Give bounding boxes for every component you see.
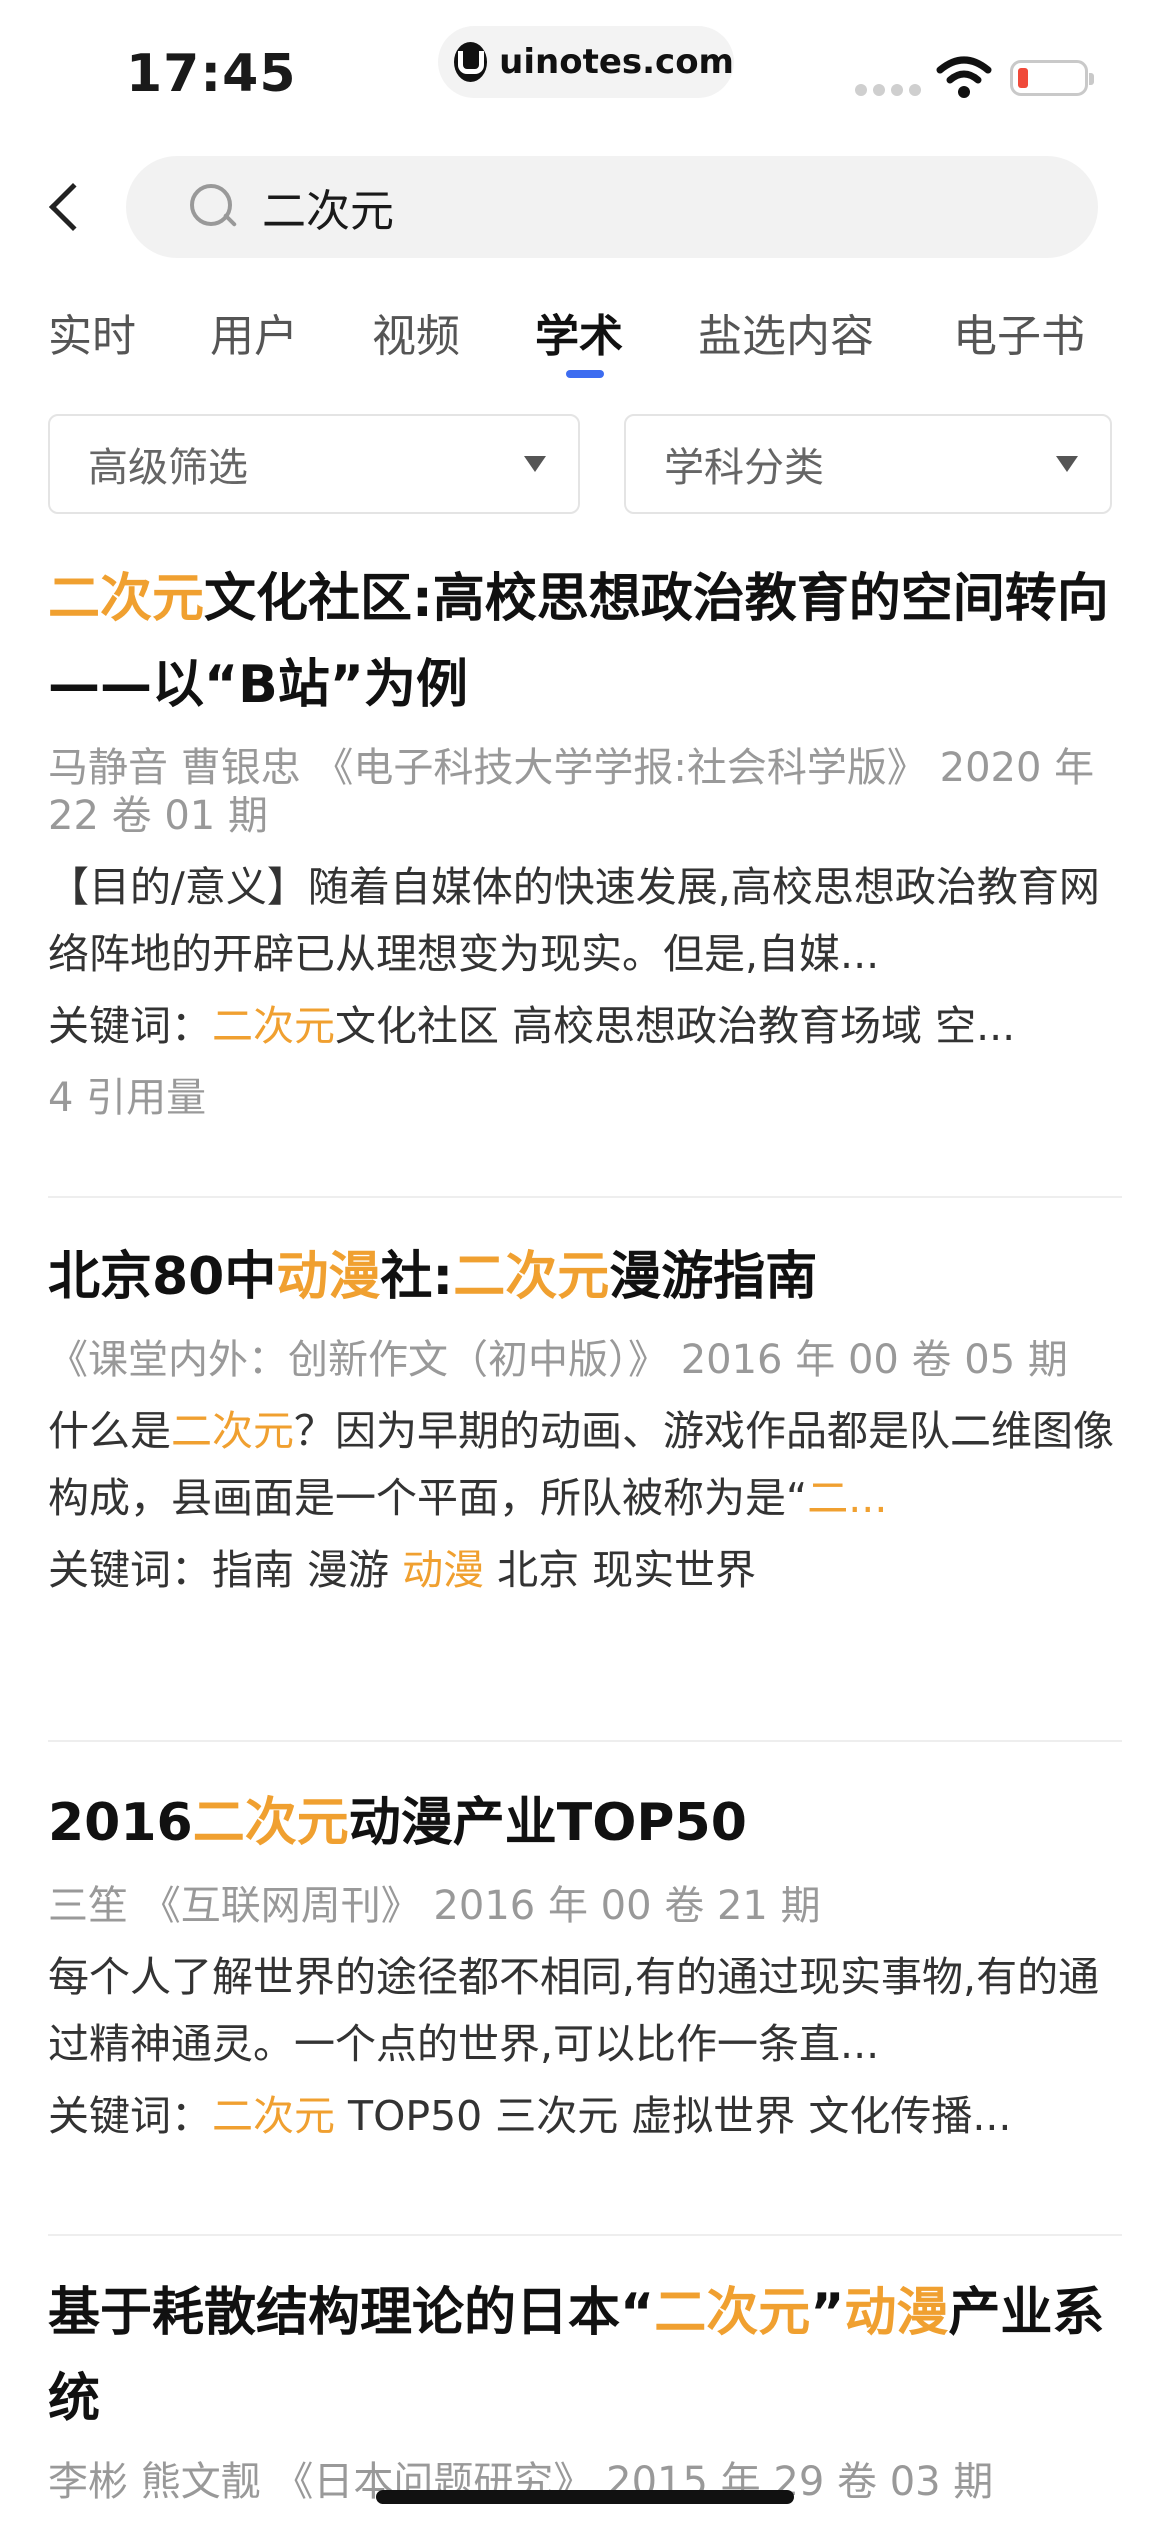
divider <box>48 1740 1122 1742</box>
search-input[interactable] <box>262 181 1022 233</box>
site-logo-icon <box>454 42 488 82</box>
status-time: 17:45 <box>126 44 297 104</box>
battery-low-icon <box>1010 60 1094 96</box>
result-title[interactable]: 2016二次元动漫产业TOP50 <box>48 1780 1122 1866</box>
subject-filter-label: 学科分类 <box>664 445 824 491</box>
result-citation-count: 4 引用量 <box>48 1075 207 1121</box>
chevron-left-icon <box>48 182 98 232</box>
cellular-signal-icon <box>855 84 921 96</box>
result-item-2[interactable]: 北京80中动漫社:二次元漫游指南 《课堂内外：创新作文（初中版）》 2016 年… <box>48 1234 1122 1600</box>
result-abstract: 每个人了解世界的途径都不相同,有的通过现实事物,有的通过精神通灵。一个点的世界,… <box>48 1953 1100 2068</box>
tab-videos[interactable]: 视频 <box>372 300 460 364</box>
dropdown-caret-icon <box>524 456 546 472</box>
tab-users[interactable]: 用户 <box>210 300 298 364</box>
back-button[interactable] <box>40 172 98 242</box>
home-indicator[interactable] <box>376 2490 794 2504</box>
divider <box>48 2234 1122 2236</box>
result-item-4[interactable]: 基于耗散结构理论的日本“二次元”动漫产业系统 李彬 熊文靓 《日本问题研究》 2… <box>48 2270 1122 2506</box>
subject-filter-dropdown[interactable]: 学科分类 <box>624 414 1112 514</box>
dropdown-caret-icon <box>1056 456 1078 472</box>
result-keywords: 关键词：二次元文化社区 高校思想政治教育场域 空... <box>48 1002 1016 1050</box>
search-bar[interactable] <box>126 156 1098 258</box>
tab-realtime[interactable]: 实时 <box>48 300 136 364</box>
result-title[interactable]: 二次元文化社区:高校思想政治教育的空间转向——以“B站”为例 <box>48 556 1122 728</box>
result-item-1[interactable]: 二次元文化社区:高校思想政治教育的空间转向——以“B站”为例 马静音 曹银忠 《… <box>48 556 1122 1128</box>
result-abstract: 什么是二次元？因为早期的动画、游戏作品都是队二维图像构成，县画面是一个平面，所队… <box>48 1407 1114 1522</box>
result-meta: 三笙 《互联网周刊》 2016 年 00 卷 21 期 <box>48 1883 821 1929</box>
result-abstract: 【目的/意义】随着自媒体的快速发展,高校思想政治教育网络阵地的开辟已从理想变为现… <box>48 863 1100 978</box>
divider <box>48 1196 1122 1198</box>
tab-salt-content[interactable]: 盐选内容 <box>698 300 874 364</box>
tab-ebooks[interactable]: 电子书 <box>953 300 1085 364</box>
result-keywords: 关键词：二次元 TOP50 三次元 虚拟世界 文化传播... <box>48 2092 1012 2140</box>
status-bar: 17:45 uinotes.com <box>0 0 1170 140</box>
result-title[interactable]: 北京80中动漫社:二次元漫游指南 <box>48 1234 1122 1320</box>
url-text: uinotes.com <box>499 42 734 82</box>
advanced-filter-label: 高级筛选 <box>88 445 248 491</box>
result-keywords: 关键词：指南 漫游 动漫 北京 现实世界 <box>48 1546 757 1594</box>
wifi-icon <box>936 56 992 98</box>
result-meta: 《课堂内外：创新作文（初中版）》 2016 年 00 卷 05 期 <box>48 1337 1068 1383</box>
advanced-filter-dropdown[interactable]: 高级筛选 <box>48 414 580 514</box>
result-meta: 马静音 曹银忠 《电子科技大学学报:社会科学版》 2020 年 22 卷 01 … <box>48 745 1095 839</box>
tab-academic[interactable]: 学术 <box>535 300 623 364</box>
url-pill[interactable]: uinotes.com <box>438 26 734 98</box>
result-title[interactable]: 基于耗散结构理论的日本“二次元”动漫产业系统 <box>48 2270 1122 2442</box>
search-icon <box>188 182 238 232</box>
active-tab-indicator <box>566 370 604 378</box>
result-item-3[interactable]: 2016二次元动漫产业TOP50 三笙 《互联网周刊》 2016 年 00 卷 … <box>48 1780 1122 2146</box>
